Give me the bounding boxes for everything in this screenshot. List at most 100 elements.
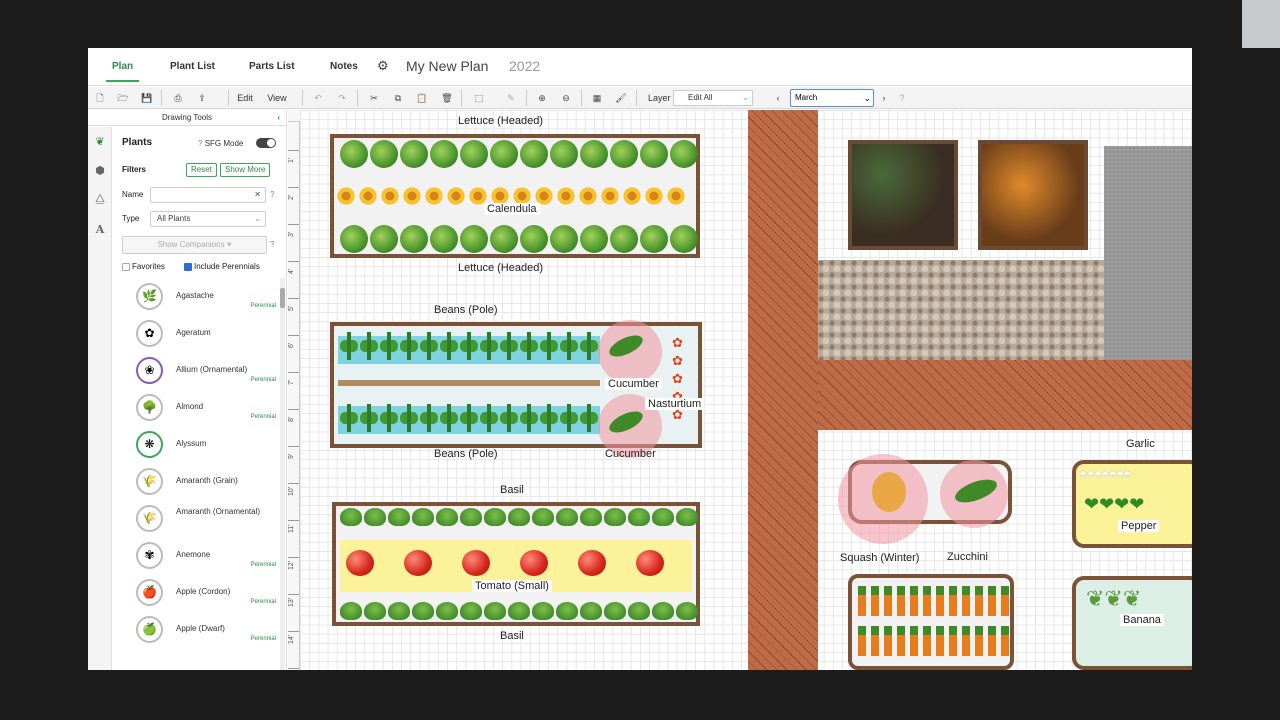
bed-carrots[interactable]: [848, 574, 1014, 670]
lettuce-row-top: [340, 140, 698, 168]
delete-icon[interactable]: 🗑: [439, 90, 455, 106]
favorites-label: Favorites: [132, 262, 165, 271]
edit-shape-icon[interactable]: ✎: [503, 90, 519, 106]
drawing-tools-panel: Drawing Tools ‹ ❦ ⬢ ⧋ A Plants ? SFG Mod…: [88, 110, 287, 670]
carrot-row: [858, 626, 1009, 656]
beans-row-top: [340, 332, 598, 360]
chevron-down-icon: ⌄: [254, 214, 261, 223]
select-icon[interactable]: ⬚: [471, 90, 487, 106]
sfg-mode-toggle[interactable]: [256, 138, 276, 148]
ruler-tick: 9': [288, 446, 299, 483]
layer-label: Layer: [648, 93, 671, 103]
perennial-badge: Perennial: [250, 636, 276, 642]
apple-dwarf-icon: 🍏: [136, 616, 163, 643]
tab-plan[interactable]: Plan: [105, 61, 140, 82]
edit-menu[interactable]: Edit: [235, 90, 255, 106]
leaf-icon[interactable]: ❦: [92, 135, 108, 151]
zoom-out-icon[interactable]: ⊖: [558, 90, 574, 106]
amaranth-ornamental-icon: 🌾: [136, 505, 163, 532]
box-icon[interactable]: ⬢: [92, 164, 108, 180]
include-perennials-checkbox[interactable]: [184, 263, 192, 271]
square-bed-leafy[interactable]: [848, 140, 958, 250]
tomato-row: [346, 550, 664, 576]
month-select[interactable]: March ⌄: [790, 89, 874, 107]
stone-paving[interactable]: [1104, 146, 1192, 360]
clear-icon[interactable]: ✕: [254, 188, 261, 202]
help-icon[interactable]: ?: [270, 190, 274, 199]
ruler-tick: 7': [288, 372, 299, 409]
plant-list-scrollbar[interactable]: [280, 278, 285, 670]
gravel-area[interactable]: [818, 260, 1104, 360]
drawing-tools-title: Drawing Tools: [161, 113, 213, 122]
print-icon[interactable]: ⎙: [170, 90, 186, 106]
collapse-icon[interactable]: ‹: [277, 110, 280, 126]
ruler-tick: 14': [288, 631, 299, 668]
name-input[interactable]: ✕: [150, 187, 266, 203]
brick-path-horizontal[interactable]: [818, 360, 1192, 430]
garden-canvas[interactable]: Lettuce (Headed) Calendula Lettuce (Head…: [300, 110, 1192, 670]
bed-pepper-garlic[interactable]: ♠♠♠♠♠♠♠ ❤❤❤❤: [1072, 460, 1192, 548]
list-item[interactable]: 🌾 Amaranth (Ornamental): [112, 500, 280, 537]
reset-button[interactable]: Reset: [186, 163, 217, 177]
list-item[interactable]: 🍏 Apple (Dwarf) Perennial: [112, 611, 280, 648]
brick-path-vertical[interactable]: [748, 110, 818, 670]
undo-icon[interactable]: ↶: [310, 90, 326, 106]
next-month-icon[interactable]: ›: [876, 90, 892, 106]
show-companions-button[interactable]: Show Companions ♥: [122, 236, 267, 254]
list-item[interactable]: 🌾 Amaranth (Grain): [112, 463, 280, 500]
type-select[interactable]: All Plants ⌄: [150, 211, 266, 227]
ruler-tick: 15': [288, 668, 299, 670]
ruler-tick: 5': [288, 298, 299, 335]
list-item[interactable]: ✿ Ageratum: [112, 315, 280, 352]
alyssum-icon: ❋: [136, 431, 163, 458]
plant-list: 🌿 Agastache Perennial ✿ Ageratum ❀ Allium (O…: [112, 278, 280, 670]
open-folder-icon[interactable]: 🗁: [115, 90, 131, 106]
text-icon[interactable]: A: [92, 223, 108, 239]
help-icon[interactable]: ?: [198, 139, 202, 148]
copy-icon[interactable]: ⧉: [390, 90, 406, 106]
ruler-tick: 8': [288, 409, 299, 446]
save-icon[interactable]: 💾: [139, 90, 155, 106]
bed-label: Cucumber: [605, 378, 662, 390]
prev-month-icon[interactable]: ‹: [770, 90, 786, 106]
raised-bed-tomato[interactable]: [332, 502, 700, 626]
favorites-checkbox[interactable]: [122, 263, 130, 271]
bed-label: Garlic: [1126, 438, 1155, 450]
export-icon[interactable]: ⇪: [194, 90, 210, 106]
list-item[interactable]: 🌳 Almond Perennial: [112, 389, 280, 426]
trellis-rail: [338, 380, 600, 386]
help-icon[interactable]: ?: [270, 240, 274, 249]
perennial-badge: Perennial: [250, 599, 276, 605]
view-menu[interactable]: View: [265, 90, 289, 106]
tab-plant-list[interactable]: Plant List: [170, 61, 215, 72]
ruler-tick: 2': [288, 187, 299, 224]
redo-icon[interactable]: ↷: [334, 90, 350, 106]
list-item[interactable]: 🍎 Apple (Cordon) Perennial: [112, 574, 280, 611]
tab-notes[interactable]: Notes: [330, 61, 358, 72]
list-item[interactable]: 🌿 Agastache Perennial: [112, 278, 280, 315]
squash-icon: [872, 472, 906, 512]
app-window: Plan Plant List Parts List Notes ⚙ My Ne…: [88, 48, 1192, 670]
paint-icon[interactable]: 🖌: [613, 90, 629, 106]
gear-icon[interactable]: ⚙: [377, 58, 389, 74]
grid-icon[interactable]: ▦: [589, 90, 605, 106]
bed-squash-zucchini[interactable]: [838, 454, 1012, 544]
layer-select[interactable]: Edit All ⌄: [673, 90, 753, 106]
raised-bed-lettuce[interactable]: [330, 134, 700, 258]
agastache-icon: 🌿: [136, 283, 163, 310]
plan-name[interactable]: My New Plan: [406, 58, 488, 74]
cut-icon[interactable]: ✂: [366, 90, 382, 106]
list-item[interactable]: ❋ Alyssum: [112, 426, 280, 463]
help-icon[interactable]: ?: [894, 90, 910, 106]
tab-parts-list[interactable]: Parts List: [249, 61, 295, 72]
bed-label: Calendula: [484, 203, 540, 215]
list-item[interactable]: ❀ Allium (Ornamental) Perennial: [112, 352, 280, 389]
paste-icon[interactable]: 📋: [414, 90, 430, 106]
list-item[interactable]: ✾ Anemone Perennial: [112, 537, 280, 574]
shapes-icon[interactable]: ⧋: [92, 193, 108, 209]
ruler-tick: 6': [288, 335, 299, 372]
zoom-in-icon[interactable]: ⊕: [534, 90, 550, 106]
new-file-icon[interactable]: 🗋: [92, 90, 108, 106]
square-bed-autumn[interactable]: [978, 140, 1088, 250]
show-more-button[interactable]: Show More: [220, 163, 271, 177]
